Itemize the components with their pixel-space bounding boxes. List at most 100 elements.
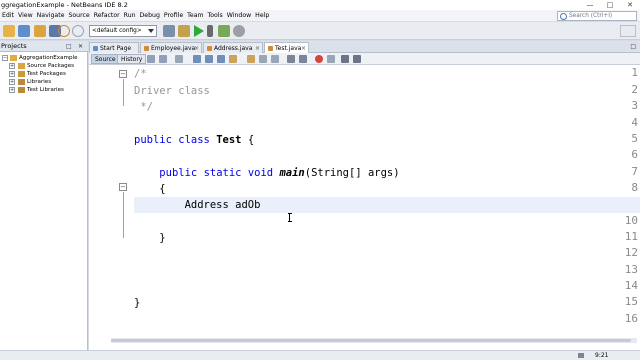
tree-item-test-packages[interactable]: + Test Packages: [0, 70, 88, 78]
source-packages-icon: [18, 63, 25, 69]
open-project-icon[interactable]: [34, 25, 46, 37]
project-icon: [10, 55, 17, 61]
test-libraries-icon: [18, 87, 25, 93]
code-line: /*: [134, 68, 147, 80]
previous-bookmark-icon[interactable]: [259, 55, 267, 63]
comment-icon[interactable]: [341, 55, 349, 63]
expand-icon[interactable]: +: [9, 79, 15, 85]
build-icon[interactable]: [163, 25, 175, 37]
uncomment-icon[interactable]: [353, 55, 361, 63]
new-project-icon[interactable]: [18, 25, 30, 37]
fold-margin: − −: [111, 66, 131, 341]
config-select[interactable]: <default config>: [89, 25, 157, 37]
clean-build-icon[interactable]: [178, 25, 190, 37]
fold-line: [123, 192, 124, 238]
tree-label: Libraries: [27, 79, 52, 85]
run-dropdown-icon[interactable]: [207, 25, 213, 37]
tab-employee-java[interactable]: Employee.java ×: [140, 42, 202, 53]
menu-list: Edit View Navigate Source Refactor Run D…: [0, 10, 271, 22]
find-previous-icon[interactable]: [205, 55, 213, 63]
forward-icon[interactable]: [175, 55, 183, 63]
shift-right-icon[interactable]: [299, 55, 307, 63]
code-line: }: [134, 232, 166, 244]
code-line: {: [134, 183, 166, 195]
menu-source[interactable]: Source: [66, 10, 91, 22]
toggle-highlight-icon[interactable]: [229, 55, 237, 63]
tree-label: AggregationExample: [19, 55, 78, 61]
line-number-gutter: [89, 66, 111, 341]
code-line-current: Address adOb: [134, 197, 640, 213]
editor-toolbar: Source History: [89, 53, 640, 65]
memory-indicator[interactable]: [620, 25, 636, 37]
menu-profile[interactable]: Profile: [162, 10, 185, 22]
back-icon[interactable]: [159, 55, 167, 63]
tab-label: Employee.java: [151, 45, 196, 52]
menu-bar: Edit View Navigate Source Refactor Run D…: [0, 10, 640, 22]
menu-edit[interactable]: Edit: [0, 10, 16, 22]
editor-tabs: Start Page Employee.java × Address.java …: [89, 41, 640, 53]
menu-refactor[interactable]: Refactor: [92, 10, 122, 22]
close-window-button[interactable]: ✕: [620, 0, 640, 10]
undo-icon[interactable]: [58, 25, 70, 37]
tree-item-project[interactable]: − AggregationExample: [0, 54, 88, 62]
collapse-icon[interactable]: −: [2, 55, 8, 61]
next-bookmark-icon[interactable]: [271, 55, 279, 63]
start-page-icon: [93, 46, 98, 51]
projects-title: Projects: [1, 42, 27, 50]
minimize-button[interactable]: —: [580, 0, 600, 10]
window-title: ggregationExample - NetBeans IDE 8.2: [1, 1, 128, 9]
menu-team[interactable]: Team: [185, 10, 205, 22]
close-panel-icon[interactable]: ✕: [78, 42, 83, 51]
tree-label: Test Libraries: [27, 87, 64, 93]
menu-help[interactable]: Help: [253, 10, 271, 22]
expand-icon[interactable]: +: [9, 63, 15, 69]
tree-item-source-packages[interactable]: + Source Packages: [0, 62, 88, 70]
fold-collapse-icon[interactable]: −: [119, 183, 127, 191]
search-input[interactable]: Search (Ctrl+I): [557, 11, 637, 21]
horizontal-scrollbar[interactable]: [111, 338, 637, 343]
tab-start-page[interactable]: Start Page: [89, 42, 139, 53]
menu-view[interactable]: View: [16, 10, 35, 22]
expand-icon[interactable]: +: [9, 71, 15, 77]
tree-item-libraries[interactable]: + Libraries: [0, 78, 88, 86]
run-icon[interactable]: [194, 25, 204, 37]
notifications-icon[interactable]: [578, 353, 584, 358]
start-macro-icon[interactable]: [315, 55, 323, 63]
editor-pane: Start Page Employee.java × Address.java …: [89, 41, 640, 350]
stop-macro-icon[interactable]: [327, 55, 335, 63]
find-next-icon[interactable]: [217, 55, 225, 63]
menu-debug[interactable]: Debug: [138, 10, 162, 22]
redo-icon[interactable]: [72, 25, 84, 37]
tab-test-java[interactable]: Test.java ×: [264, 42, 309, 53]
fold-collapse-icon[interactable]: −: [119, 70, 127, 78]
maximize-button[interactable]: □: [600, 0, 620, 10]
code-line-main-method: public static void main(String[] args): [159, 167, 400, 179]
expand-icon[interactable]: +: [9, 87, 15, 93]
source-view-button[interactable]: Source: [91, 54, 120, 64]
profile-icon[interactable]: [233, 25, 245, 37]
menu-navigate[interactable]: Navigate: [35, 10, 67, 22]
scrollbar-thumb[interactable]: [111, 339, 631, 342]
menu-window[interactable]: Window: [225, 10, 253, 22]
minimize-panel-icon[interactable]: □: [66, 42, 72, 51]
toggle-bookmark-icon[interactable]: [247, 55, 255, 63]
last-edit-icon[interactable]: [147, 55, 155, 63]
new-file-icon[interactable]: [3, 25, 15, 37]
code-line: */: [134, 101, 153, 113]
find-selection-icon[interactable]: [193, 55, 201, 63]
history-view-button[interactable]: History: [117, 54, 147, 64]
tree-item-test-libraries[interactable]: + Test Libraries: [0, 86, 88, 94]
tab-address-java[interactable]: Address.java ×: [203, 42, 263, 53]
debug-icon[interactable]: [218, 25, 230, 37]
code-line: Driver class: [134, 85, 210, 97]
menu-tools[interactable]: Tools: [206, 10, 225, 22]
shift-left-icon[interactable]: [287, 55, 295, 63]
code-editor[interactable]: − − 1 2 3 4 5 6 7 8 9 10 11 12 13 14 15 …: [89, 66, 640, 341]
caret-position: 9:21: [595, 352, 609, 359]
tab-list-icon[interactable]: □: [630, 43, 636, 51]
menu-run[interactable]: Run: [122, 10, 138, 22]
